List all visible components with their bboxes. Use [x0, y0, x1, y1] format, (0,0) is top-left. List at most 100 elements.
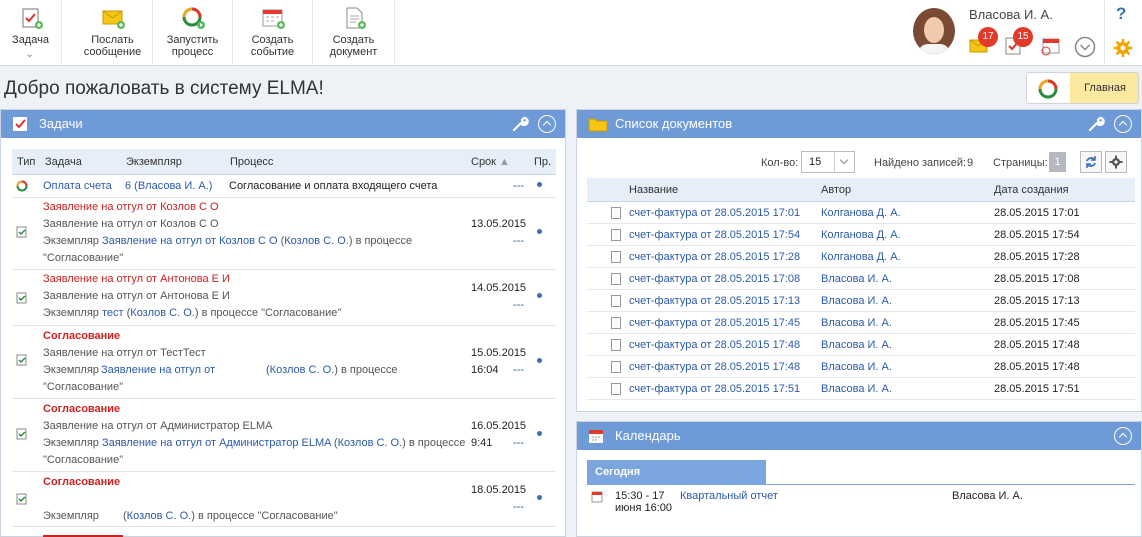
collapse-icon[interactable] — [1114, 427, 1132, 445]
document-link[interactable]: счет-фактура от 28.05.2015 17:28 — [629, 251, 800, 263]
instance-link[interactable]: 6 (Власова И. А.) — [125, 180, 212, 192]
document-link[interactable]: счет-фактура от 28.05.2015 17:45 — [629, 317, 800, 329]
table-row[interactable]: счет-фактура от 28.05.2015 17:45 Власова … — [587, 312, 1135, 334]
column-process[interactable]: Процесс — [230, 156, 273, 168]
table-row[interactable]: счет-фактура от 28.05.2015 17:48 Власова … — [587, 356, 1135, 378]
avatar[interactable] — [913, 8, 955, 54]
instance-info: Экземпляр Заявление на отгул от Козлов С… — [43, 235, 413, 247]
document-icon — [611, 339, 621, 351]
process-name: "Согласование" — [43, 381, 124, 393]
document-link[interactable]: счет-фактура от 28.05.2015 17:48 — [629, 361, 800, 373]
documents-table-header: Название Автор Дата создания — [587, 178, 1135, 202]
document-icon — [611, 251, 621, 263]
chevron-down-icon[interactable] — [1074, 36, 1096, 58]
task-title[interactable]: Согласование — [43, 403, 120, 415]
chevron-down-icon[interactable] — [834, 152, 854, 172]
column-type[interactable]: Тип — [17, 156, 35, 168]
priority-dot — [537, 495, 542, 500]
tasks-badge: 15 — [1013, 27, 1033, 47]
author-link[interactable]: Власова И. А. — [821, 339, 892, 351]
create-document-button[interactable]: Создать документ — [313, 0, 395, 66]
deadline-date: 15.05.2015 — [471, 347, 527, 359]
document-link[interactable]: счет-фактура от 28.05.2015 17:08 — [629, 273, 800, 285]
deadline-time: 9:41 — [471, 437, 493, 449]
table-row[interactable]: счет-фактура от 28.05.2015 17:01 Колганов… — [587, 202, 1135, 224]
wrench-icon[interactable] — [511, 115, 529, 133]
task-title[interactable]: Согласование — [43, 476, 120, 488]
column-instance[interactable]: Экземпляр — [126, 156, 182, 168]
calendar-icon[interactable] — [1040, 36, 1062, 56]
author-link[interactable]: Власова И. А. — [821, 295, 892, 307]
table-row[interactable]: счет-фактура от 28.05.2015 17:28 Колганов… — [587, 246, 1135, 268]
instance-link[interactable]: Заявление на отгул от — [101, 364, 215, 376]
table-row[interactable]: счет-фактура от 28.05.2015 17:08 Власова … — [587, 268, 1135, 290]
created-date: 28.05.2015 17:54 — [994, 229, 1080, 241]
author-link[interactable]: Власова И. А. — [821, 273, 892, 285]
send-message-button[interactable]: Послать сообщение — [73, 0, 153, 66]
event-link[interactable]: Квартальный отчет — [680, 490, 778, 502]
sort-asc-icon[interactable]: ▲ — [499, 156, 510, 168]
task-link[interactable]: Оплата счета — [43, 180, 112, 192]
created-date: 28.05.2015 17:28 — [994, 251, 1080, 263]
dash-value: --- — [513, 437, 524, 449]
created-date: 28.05.2015 17:51 — [994, 383, 1080, 395]
author-link[interactable]: Власова И. А. — [821, 361, 892, 373]
table-row[interactable]: счет-фактура от 28.05.2015 17:54 Колганов… — [587, 224, 1135, 246]
author-link[interactable]: Власова И. А. — [821, 383, 892, 395]
instance-info: Экземпляр Заявление на отгул от Админист… — [43, 437, 466, 449]
author-link[interactable]: Колганова Д. А. — [821, 207, 901, 219]
gear-icon[interactable] — [1113, 38, 1133, 58]
document-link[interactable]: счет-фактура от 28.05.2015 17:54 — [629, 229, 800, 241]
chevron-down-icon[interactable]: ⌄ — [26, 49, 34, 60]
task-title[interactable]: Согласование — [43, 330, 120, 342]
collapse-icon[interactable] — [1114, 115, 1132, 133]
refresh-button[interactable] — [1080, 151, 1102, 173]
process-name: "Согласование" — [43, 454, 124, 466]
settings-button[interactable] — [1105, 151, 1127, 173]
table-row[interactable]: счет-фактура от 28.05.2015 17:51 Власова … — [587, 378, 1135, 400]
column-deadline[interactable]: Срок — [471, 156, 496, 168]
help-icon[interactable]: ? — [1116, 4, 1126, 24]
main-page-button[interactable]: Главная — [1026, 72, 1139, 104]
dash-value: --- — [513, 501, 524, 513]
start-process-button[interactable]: Запустить процесс — [153, 0, 233, 66]
process-name: Согласование и оплата входящего счета — [229, 180, 438, 192]
table-row[interactable]: Согласование Экземпляр (Козлов С. О.) в … — [12, 472, 556, 527]
document-link[interactable]: счет-фактура от 28.05.2015 17:13 — [629, 295, 800, 307]
instance-info: Экземпляр тест (Козлов С. О.) в процессе… — [43, 307, 342, 319]
table-row[interactable]: счет-фактура от 28.05.2015 17:48 Власова … — [587, 334, 1135, 356]
dash-value: --- — [513, 364, 524, 376]
count-select[interactable]: 15 — [801, 151, 855, 173]
column-name[interactable]: Название — [629, 184, 678, 196]
table-row[interactable]: счет-фактура от 28.05.2015 17:13 Власова … — [587, 290, 1135, 312]
task-button[interactable]: Задача ⌄ — [0, 0, 62, 66]
author-link[interactable]: Колганова Д. А. — [821, 251, 901, 263]
collapse-icon[interactable] — [538, 115, 556, 133]
column-task[interactable]: Задача — [45, 156, 82, 168]
send-message-label: Послать сообщение — [83, 34, 142, 58]
table-row[interactable]: Заявление на отгул от Антонова Е И Заявл… — [12, 270, 556, 326]
table-row[interactable]: Согласование Заявление на отгул от Админ… — [12, 399, 556, 472]
table-row[interactable]: Согласование Заявление на отгул от ТестТ… — [12, 326, 556, 399]
create-event-button[interactable]: Создать событие — [233, 0, 313, 66]
task-assigned-icon — [16, 428, 27, 440]
user-name[interactable]: Власова И. А. — [969, 7, 1053, 22]
page-number[interactable]: 1 — [1049, 152, 1066, 172]
column-created[interactable]: Дата создания — [994, 184, 1069, 196]
today-tab[interactable]: Сегодня — [587, 460, 766, 484]
column-author[interactable]: Автор — [821, 184, 851, 196]
task-icon — [22, 8, 43, 29]
author-link[interactable]: Колганова Д. А. — [821, 229, 901, 241]
column-priority[interactable]: Пр. — [534, 156, 551, 168]
document-link[interactable]: счет-фактура от 28.05.2015 17:01 — [629, 207, 800, 219]
task-subtitle: Заявление на отгул от Козлов С О — [43, 218, 219, 230]
document-link[interactable]: счет-фактура от 28.05.2015 17:51 — [629, 383, 800, 395]
wrench-icon[interactable] — [1087, 115, 1105, 133]
task-title[interactable]: Заявление на отгул от Антонова Е И — [43, 273, 230, 285]
task-title[interactable]: Заявление на отгул от Козлов С О — [43, 201, 219, 213]
table-row[interactable]: Оплата счета 6 (Власова И. А.) Согласова… — [12, 176, 556, 198]
document-link[interactable]: счет-фактура от 28.05.2015 17:48 — [629, 339, 800, 351]
table-row[interactable]: Заявление на отгул от Козлов С О Заявлен… — [12, 198, 556, 270]
author-link[interactable]: Власова И. А. — [821, 317, 892, 329]
task-title-partial — [43, 531, 123, 537]
